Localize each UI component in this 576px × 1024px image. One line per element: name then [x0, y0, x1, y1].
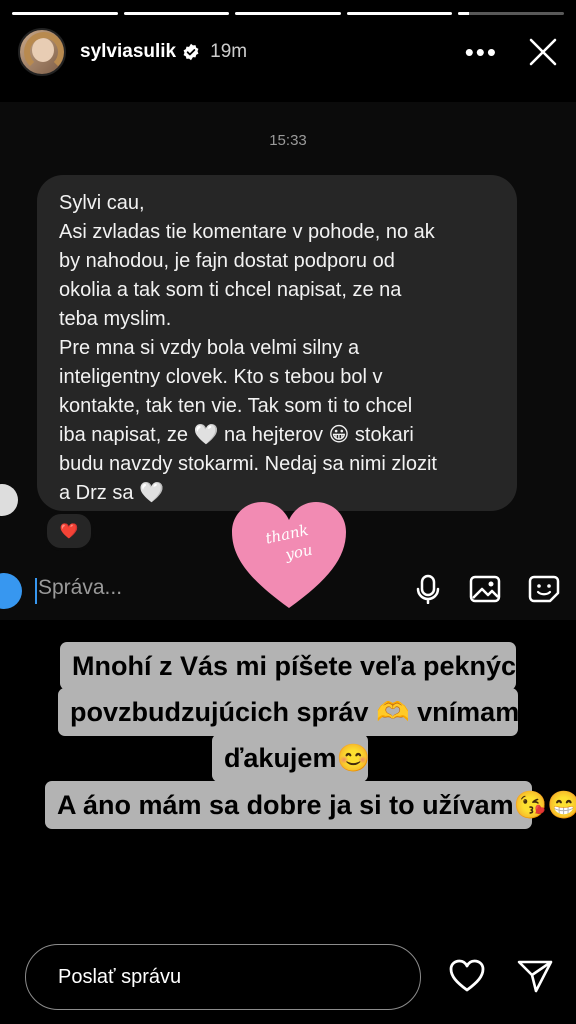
- story-progress: [12, 12, 564, 15]
- progress-fill: [235, 12, 341, 15]
- post-time: 19m: [210, 41, 248, 62]
- more-options-button[interactable]: •••: [465, 39, 498, 65]
- caption-line: Mnohí z Vás mi píšete veľa pekných a: [60, 642, 555, 690]
- story-header: sylviasulik 19m •••: [18, 28, 558, 76]
- camera-icon: [0, 573, 22, 609]
- message-line: iba napisat, ze 🤍 na hejterov 😀 stokari: [59, 424, 414, 446]
- dm-timestamp: 15:33: [269, 132, 307, 149]
- caption-line: A áno mám sa dobre ja si to užívam😘😁: [45, 781, 576, 829]
- message-line: budu navzdy stokarmi. Nedaj sa nimi zloz…: [59, 453, 437, 475]
- progress-segment: [12, 12, 118, 15]
- username[interactable]: sylviasulik: [80, 41, 176, 63]
- heart-like-icon[interactable]: [448, 958, 486, 994]
- progress-fill: [346, 12, 453, 15]
- microphone-icon: [416, 574, 440, 604]
- thank-you-heart-sticker: thank you: [230, 500, 348, 612]
- progress-segment: [346, 12, 453, 15]
- caption-line: ďakujem😊: [212, 734, 370, 782]
- progress-segment: [123, 12, 230, 15]
- progress-segment: [235, 12, 341, 15]
- progress-fill: [123, 12, 230, 15]
- caption-line: povzbudzujúcich správ 🫶 vnímam ich: [58, 688, 566, 736]
- message-line: teba myslim.: [59, 308, 172, 330]
- sender-avatar: [0, 484, 18, 516]
- sticker-icon: [528, 575, 560, 603]
- message-line: okolia a tak som ti chcel napisat, ze na: [59, 279, 402, 301]
- avatar[interactable]: [18, 28, 66, 76]
- message-line: Sylvi cau,: [59, 192, 145, 214]
- message-line: by nahodou, je fajn dostat podporu od: [59, 250, 395, 272]
- message-line: kontakte, tak ten vie. Tak som ti to chc…: [59, 395, 413, 417]
- message-line: Pre mna si vzdy bola velmi silny a: [59, 337, 360, 359]
- message-line: inteligentny clovek. Kto s tebou bol v: [59, 366, 383, 388]
- heart-reaction: ❤️: [44, 511, 94, 551]
- message-input-placeholder: Správa...: [38, 576, 123, 599]
- progress-fill: [12, 12, 118, 15]
- reply-input[interactable]: Poslať správu: [25, 944, 421, 1010]
- send-icon[interactable]: [516, 958, 554, 994]
- verified-badge-icon: [183, 43, 199, 61]
- gallery-icon: [469, 575, 501, 603]
- progress-segment: [458, 12, 564, 15]
- close-icon[interactable]: [528, 37, 558, 67]
- message-line: Asi zvladas tie komentare v pohode, no a…: [59, 221, 435, 243]
- message-bubble: Sylvi cau, Asi zvladas tie komentare v p…: [37, 175, 517, 511]
- text-cursor: [35, 578, 37, 604]
- progress-fill: [458, 12, 469, 15]
